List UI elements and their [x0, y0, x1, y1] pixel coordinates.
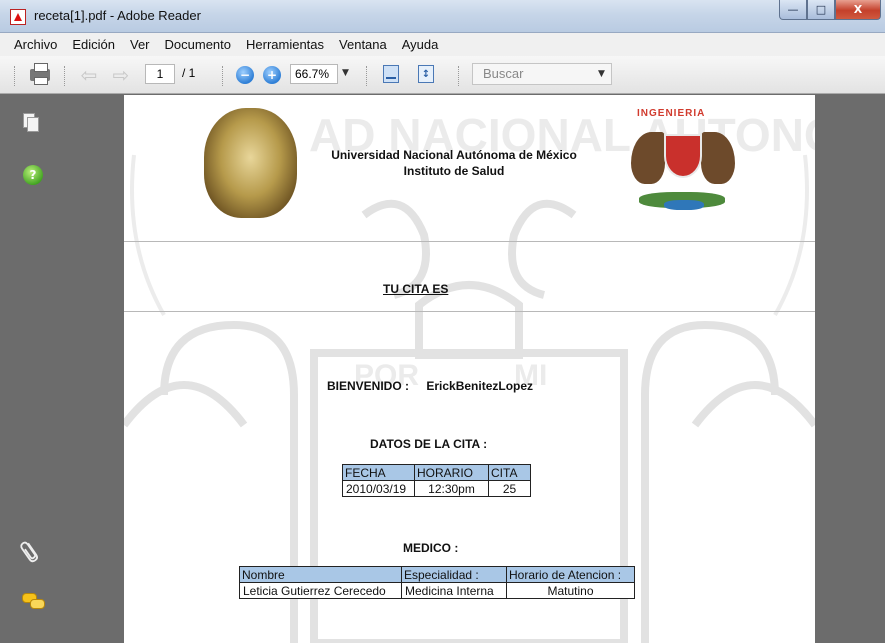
- adobe-reader-icon: [10, 9, 26, 25]
- ingenieria-seal-logo: INGENIERIA: [629, 108, 735, 220]
- university-name: Universidad Nacional Autónoma de México: [331, 148, 577, 162]
- ingenieria-seal-text: INGENIERIA: [637, 108, 706, 119]
- toolbar-grip: [222, 66, 225, 86]
- column-header: CITA: [488, 464, 531, 481]
- appointment-title: TU CITA ES: [383, 282, 449, 296]
- column-header: Nombre: [239, 566, 402, 583]
- table-row: Leticia Gutierrez Cerecedo Medicina Inte…: [239, 582, 635, 599]
- print-icon[interactable]: [28, 63, 52, 86]
- table-cell: Medicina Interna: [401, 582, 507, 599]
- menu-bar: Archivo Edición Ver Documento Herramient…: [0, 33, 885, 56]
- toolbar-grip: [14, 66, 17, 86]
- divider: [124, 311, 815, 312]
- search-dropdown-icon[interactable]: ▼: [598, 69, 605, 79]
- close-button[interactable]: X: [835, 0, 881, 20]
- document-header: Universidad Nacional Autónoma de México …: [314, 147, 594, 179]
- appointment-data-title: DATOS DE LA CITA :: [370, 437, 488, 451]
- column-header: Especialidad :: [401, 566, 507, 583]
- navigation-sidebar: ?: [0, 95, 60, 643]
- page-total: / 1: [182, 66, 196, 80]
- table-cell: Leticia Gutierrez Cerecedo: [239, 582, 402, 599]
- zoom-dropdown-icon[interactable]: ▼: [342, 68, 349, 78]
- menu-herramientas[interactable]: Herramientas: [244, 36, 326, 53]
- table-cell: 25: [488, 480, 531, 497]
- table-header-row: FECHA HORARIO CITA: [342, 464, 531, 481]
- table-row: 2010/03/19 12:30pm 25: [342, 480, 531, 497]
- toolbar-grip: [458, 66, 461, 86]
- welcome-line: BIENVENIDO : ErickBenitezLopez: [327, 379, 533, 393]
- menu-documento[interactable]: Documento: [163, 36, 233, 53]
- institute-name: Instituto de Salud: [403, 164, 505, 178]
- window-controls: — □ X: [779, 0, 881, 22]
- window-title: receta[1].pdf - Adobe Reader: [34, 8, 201, 23]
- toolbar-grip: [64, 66, 67, 86]
- doctor-title: MEDICO :: [403, 541, 459, 555]
- fit-page-icon[interactable]: ↕: [416, 64, 436, 84]
- table-cell: Matutino: [506, 582, 635, 599]
- maximize-button[interactable]: □: [807, 0, 835, 20]
- table-header-row: Nombre Especialidad : Horario de Atencio…: [239, 566, 635, 583]
- menu-ventana[interactable]: Ventana: [337, 36, 389, 53]
- table-cell: 12:30pm: [414, 480, 489, 497]
- table-cell: 2010/03/19: [342, 480, 415, 497]
- pages-icon[interactable]: [23, 113, 39, 133]
- previous-page-icon[interactable]: ⇦: [78, 63, 100, 87]
- minimize-button[interactable]: —: [779, 0, 807, 20]
- help-icon[interactable]: ?: [23, 165, 43, 185]
- page-number-input[interactable]: 1: [145, 64, 175, 84]
- menu-edicion[interactable]: Edición: [70, 36, 117, 53]
- fit-width-icon[interactable]: [381, 64, 401, 84]
- toolbar-grip: [366, 66, 369, 86]
- zoom-out-icon[interactable]: −: [236, 66, 254, 84]
- menu-ayuda[interactable]: Ayuda: [400, 36, 441, 53]
- window-titlebar: receta[1].pdf - Adobe Reader — □ X: [0, 0, 885, 33]
- comments-icon[interactable]: [22, 593, 46, 611]
- doctor-table: Nombre Especialidad : Horario de Atencio…: [239, 566, 635, 599]
- appointment-table: FECHA HORARIO CITA 2010/03/19 12:30pm 25: [342, 464, 531, 497]
- menu-ver[interactable]: Ver: [128, 36, 152, 53]
- attachments-icon[interactable]: [15, 536, 48, 573]
- welcome-label: BIENVENIDO :: [327, 379, 410, 393]
- column-header: HORARIO: [414, 464, 489, 481]
- patient-name: ErickBenitezLopez: [426, 379, 534, 393]
- menu-archivo[interactable]: Archivo: [12, 36, 59, 53]
- divider: [124, 241, 815, 242]
- unam-seal-logo: [204, 108, 297, 218]
- search-input[interactable]: Buscar: [472, 63, 612, 85]
- column-header: FECHA: [342, 464, 415, 481]
- zoom-in-icon[interactable]: +: [263, 66, 281, 84]
- toolbar: ⇦ ⇨ 1 / 1 − + 66.7% ▼ ↕ Buscar ▼: [0, 56, 885, 94]
- next-page-icon[interactable]: ⇨: [110, 63, 132, 87]
- pdf-page: AD NACIONAL AUTONOM POR MI INGENIERIA Un…: [124, 95, 815, 643]
- zoom-level-input[interactable]: 66.7%: [290, 64, 338, 84]
- column-header: Horario de Atencion :: [506, 566, 635, 583]
- viewer-background: [815, 95, 885, 643]
